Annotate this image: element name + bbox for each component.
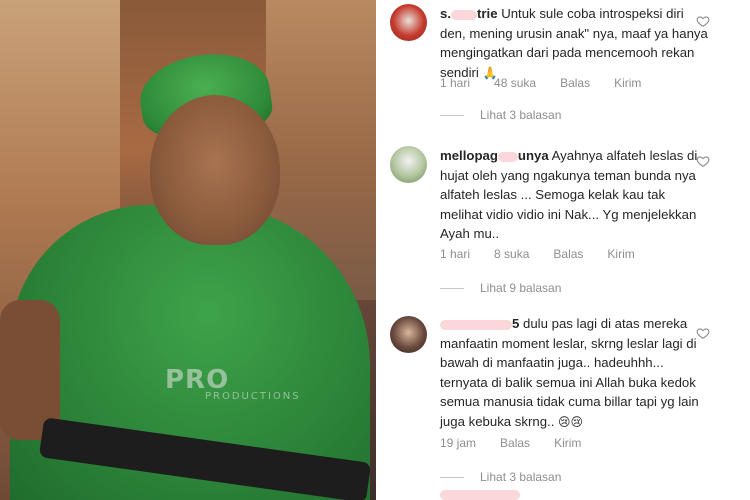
send-button[interactable]: Kirim [554,436,581,450]
comment-username[interactable]: mellopag unya [440,148,549,163]
view-replies-button[interactable]: Lihat 3 balasan [440,108,561,122]
comment-time: 1 hari [440,76,471,90]
person-face [150,95,280,245]
comment-meta: 1 hari 8 suka Balas Kirim [440,247,659,261]
heart-icon[interactable] [696,14,710,28]
redacted-username [440,490,520,500]
send-button[interactable]: Kirim [607,247,634,261]
comment-username[interactable]: s. trie [440,6,498,21]
comment-text: 5 dulu pas lagi di atas mereka manfaatin… [440,316,699,429]
comment-meta: 1 hari 48 suka Balas Kirim [440,76,665,90]
avatar[interactable] [390,4,427,41]
comment-likes[interactable]: 48 suka [494,76,536,90]
comment-text: mellopag unya Ayahnya alfateh leslas di h… [440,148,698,241]
comment-likes[interactable]: 8 suka [494,247,529,261]
news-photo: PRO PRODUCTIONS [0,0,376,500]
send-button[interactable]: Kirim [614,76,641,90]
comment-time: 1 hari [440,247,471,261]
watermark-logo: PRO PRODUCTIONS [165,365,301,402]
view-replies-button[interactable]: Lihat 3 balasan [440,470,561,484]
view-replies-button[interactable]: Lihat 9 balasan [440,281,561,295]
reply-button[interactable]: Balas [560,76,590,90]
comment-meta: 19 jam Balas Kirim [440,436,605,450]
avatar[interactable] [390,146,427,183]
comment-list: s. trie Untuk sule coba introspeksi diri … [376,0,750,500]
heart-icon[interactable] [696,326,710,340]
reply-button[interactable]: Balas [500,436,530,450]
avatar[interactable] [390,316,427,353]
heart-icon[interactable] [696,154,710,168]
comment-time: 19 jam [440,436,477,450]
comment-username[interactable]: 5 [440,316,519,331]
comment-text: s. trie Untuk sule coba introspeksi diri … [440,6,708,80]
reply-button[interactable]: Balas [553,247,583,261]
